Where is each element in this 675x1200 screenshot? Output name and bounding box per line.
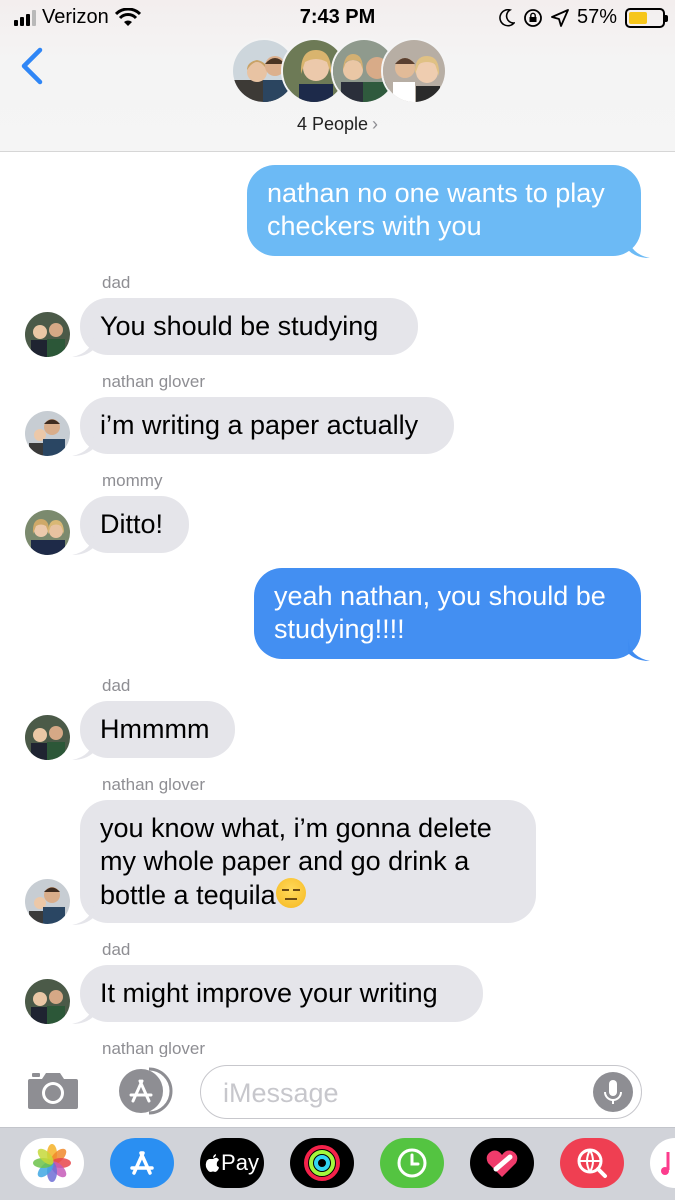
- music-app-icon[interactable]: [650, 1138, 675, 1188]
- search-globe-app-icon[interactable]: [560, 1138, 624, 1188]
- sender-name: nathan glover: [102, 1039, 206, 1057]
- nathan-avatar[interactable]: [25, 879, 70, 924]
- imessage-input[interactable]: iMessage: [200, 1065, 642, 1119]
- camera-icon[interactable]: [26, 1069, 80, 1111]
- sender-name: nathan glover: [102, 775, 206, 794]
- incoming-bubble-tail: [72, 533, 94, 555]
- chevron-right-icon: ›: [372, 114, 379, 134]
- heart-app-icon[interactable]: [470, 1138, 534, 1188]
- sender-name: dad: [102, 273, 131, 292]
- clock-app-icon[interactable]: [380, 1138, 444, 1188]
- battery-percent: 57%: [576, 6, 617, 28]
- battery-icon: [625, 7, 668, 28]
- apple-logo-icon: [205, 1154, 220, 1172]
- sender-name: nathan glover: [102, 372, 206, 391]
- incoming-message-bubble[interactable]: Hmmmm: [80, 701, 235, 758]
- status-bar: Verizon 7:43 PM 57%: [0, 0, 675, 34]
- app-store-icon[interactable]: [110, 1138, 174, 1188]
- group-avatars[interactable]: [231, 38, 447, 106]
- incoming-message-bubble[interactable]: You should be studying: [80, 298, 418, 355]
- location-arrow-icon: [551, 8, 569, 27]
- incoming-message-bubble[interactable]: i’m writing a paper actually: [80, 397, 454, 454]
- incoming-bubble-tail: [72, 1002, 94, 1024]
- nathan-avatar[interactable]: [25, 411, 70, 456]
- outgoing-bubble-tail: [628, 639, 650, 661]
- dad-avatar[interactable]: [25, 312, 70, 357]
- sender-name: mommy: [102, 471, 163, 490]
- people-count: 4 People: [296, 114, 369, 134]
- incoming-bubble-tail: [72, 903, 94, 925]
- rotation-lock-icon: [524, 8, 542, 27]
- imessage-app-drawer: Pay: [0, 1127, 675, 1200]
- people-count-link[interactable]: 4 People ›: [0, 114, 675, 135]
- dad-avatar[interactable]: [25, 979, 70, 1024]
- activity-icon[interactable]: [290, 1138, 354, 1188]
- message-composer: iMessage: [0, 1057, 675, 1127]
- input-placeholder: iMessage: [223, 1078, 339, 1108]
- expressionless-face-emoji-icon: [275, 878, 306, 908]
- back-chevron-icon[interactable]: [18, 46, 48, 86]
- app-store-drawer-icon[interactable]: [113, 1065, 175, 1117]
- apple-pay-icon[interactable]: Pay: [200, 1138, 264, 1188]
- outgoing-bubble-tail: [628, 236, 650, 258]
- incoming-message-bubble[interactable]: It might improve your writing: [80, 965, 483, 1022]
- incoming-bubble-tail: [72, 335, 94, 357]
- incoming-bubble-tail: [72, 738, 94, 760]
- apple-pay-label: Pay: [221, 1150, 259, 1175]
- incoming-message-bubble[interactable]: Ditto!: [80, 496, 189, 553]
- outgoing-message-bubble[interactable]: nathan no one wants to play checkers wit…: [247, 165, 641, 256]
- mommy-avatar[interactable]: [25, 510, 70, 555]
- battery-fill: [629, 11, 648, 24]
- incoming-message-bubble[interactable]: you know what, i’m gonna delete my whole…: [80, 800, 536, 923]
- incoming-bubble-tail: [72, 434, 94, 456]
- avatar: [381, 38, 447, 104]
- moon-icon: [499, 8, 515, 27]
- conversation-header: Verizon 7:43 PM 57% 4 People ›: [0, 0, 675, 152]
- sender-name: dad: [102, 940, 131, 959]
- dad-avatar[interactable]: [25, 715, 70, 760]
- sender-name: dad: [102, 676, 131, 695]
- photos-app-icon[interactable]: [20, 1138, 84, 1188]
- microphone-icon[interactable]: [593, 1072, 633, 1112]
- message-thread[interactable]: nathan no one wants to play checkers wit…: [0, 152, 675, 1057]
- outgoing-message-bubble[interactable]: yeah nathan, you should be studying!!!!: [254, 568, 641, 659]
